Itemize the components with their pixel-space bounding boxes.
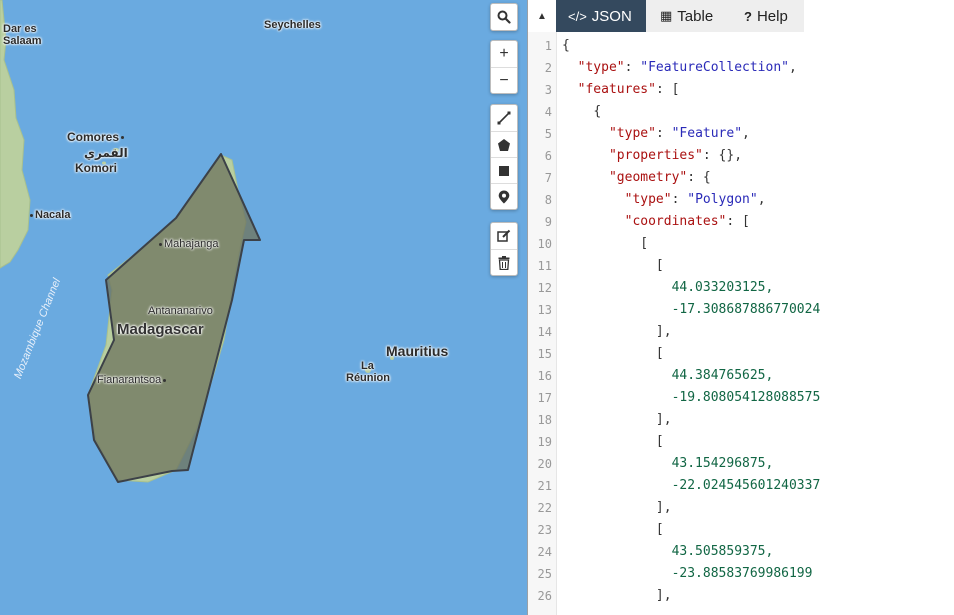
draw-polygon-button[interactable] [491, 131, 517, 157]
rectangle-icon [499, 165, 509, 176]
code-line: 2 "type": "FeatureCollection", [544, 60, 797, 75]
code-line: 16 44.384765625, [537, 368, 774, 383]
map-terrain [0, 0, 394, 483]
label-la: La [361, 360, 374, 372]
label-comores-arabic: القمري [84, 146, 128, 160]
table-icon: ▦ [660, 8, 673, 23]
code-line: 19 [ [537, 434, 664, 449]
tab-json[interactable]: </> JSON [556, 0, 646, 32]
code-line: 1{ [544, 38, 570, 53]
tab-table[interactable]: ▦ Table [648, 0, 728, 32]
map-view[interactable]: Dar es Salaam Seychelles Comores القمري … [0, 0, 527, 615]
draw-line-button[interactable] [491, 105, 517, 131]
code-line: 15 [ [537, 346, 664, 361]
code-line: 20 43.154296875, [537, 456, 774, 471]
code-line: 11 [ [537, 258, 664, 273]
zoom-control: + − [490, 40, 518, 94]
triangle-up-icon: ▲ [537, 10, 547, 22]
city-dot-icon [30, 213, 33, 217]
search-control [490, 3, 518, 31]
label-seychelles: Seychelles [264, 19, 321, 31]
label-reunion: Réunion [346, 372, 390, 384]
polygon-icon [498, 138, 510, 151]
code-line: 14 ], [537, 324, 672, 339]
code-line: 9 "coordinates": [ [544, 214, 750, 229]
code-line: 4 { [544, 104, 602, 119]
zoom-in-button[interactable]: + [491, 41, 517, 67]
code-line: 22 ], [537, 500, 672, 515]
city-dot-icon [163, 378, 167, 382]
tab-help[interactable]: ? Help [732, 0, 804, 32]
tab-table-label: Table [677, 7, 714, 25]
label-mauritius: Mauritius [386, 343, 449, 359]
draw-marker-button[interactable] [491, 183, 517, 209]
code-line: 21 -22.024545601240337 [537, 478, 821, 493]
delete-layers-button[interactable] [491, 249, 517, 275]
code-line: 26 ], [537, 588, 672, 603]
search-button[interactable] [491, 4, 517, 30]
code-icon: </> [568, 8, 587, 24]
label-fianarantsoa: Fianarantsoa [97, 374, 168, 386]
trash-icon [498, 255, 510, 270]
collapse-panel-button[interactable]: ▲ [528, 0, 556, 32]
label-komori: Komori [75, 161, 117, 175]
draw-toolbar [490, 104, 518, 210]
tab-bar: ▲ </> JSON ▦ Table ? Help [528, 0, 954, 32]
json-editor[interactable]: 1{ 2 "type": "FeatureCollection", 3 "fea… [528, 32, 954, 615]
code-line: 6 "properties": {}, [544, 148, 743, 163]
edit-icon [497, 229, 511, 242]
tab-json-label: JSON [591, 7, 632, 25]
code-line: 7 "geometry": { [544, 170, 711, 185]
label-madagascar: Madagascar [117, 321, 204, 338]
code-line: 18 ], [537, 412, 672, 427]
edit-toolbar [490, 222, 518, 276]
edit-layers-button[interactable] [491, 223, 517, 249]
line-icon [497, 111, 511, 125]
label-mahajanga: Mahajanga [157, 238, 218, 250]
city-dot-icon [121, 136, 125, 140]
code-line: 3 "features": [ [544, 82, 680, 97]
code-line: 23 [ [537, 522, 664, 537]
marker-icon [498, 190, 510, 203]
code-line: 8 "type": "Polygon", [544, 192, 766, 207]
label-dar-es-salaam: Dar es Salaam [3, 23, 42, 47]
code-line: 13 -17.308687886770024 [537, 302, 821, 317]
side-panel: ▲ </> JSON ▦ Table ? Help 1{ 2 "type": "… [528, 0, 954, 615]
help-icon: ? [744, 8, 752, 24]
code-line: 5 "type": "Feature", [544, 126, 750, 141]
code-line: 17 -19.808054128088575 [537, 390, 821, 405]
code-line: 25 -23.88583769986199 [537, 566, 813, 581]
draw-rectangle-button[interactable] [491, 157, 517, 183]
search-icon [497, 10, 511, 24]
label-comores: Comores [67, 131, 126, 143]
code-line: 24 43.505859375, [537, 544, 774, 559]
label-antananarivo: Antananarivo [148, 305, 213, 317]
zoom-out-button[interactable]: − [491, 67, 517, 93]
city-dot-icon [159, 242, 162, 246]
code-line: 10 [ [537, 236, 649, 251]
tab-help-label: Help [756, 7, 788, 25]
code-line: 12 44.033203125, [537, 280, 774, 295]
drawn-polygon [87, 153, 261, 483]
label-nacala: Nacala [28, 209, 70, 221]
